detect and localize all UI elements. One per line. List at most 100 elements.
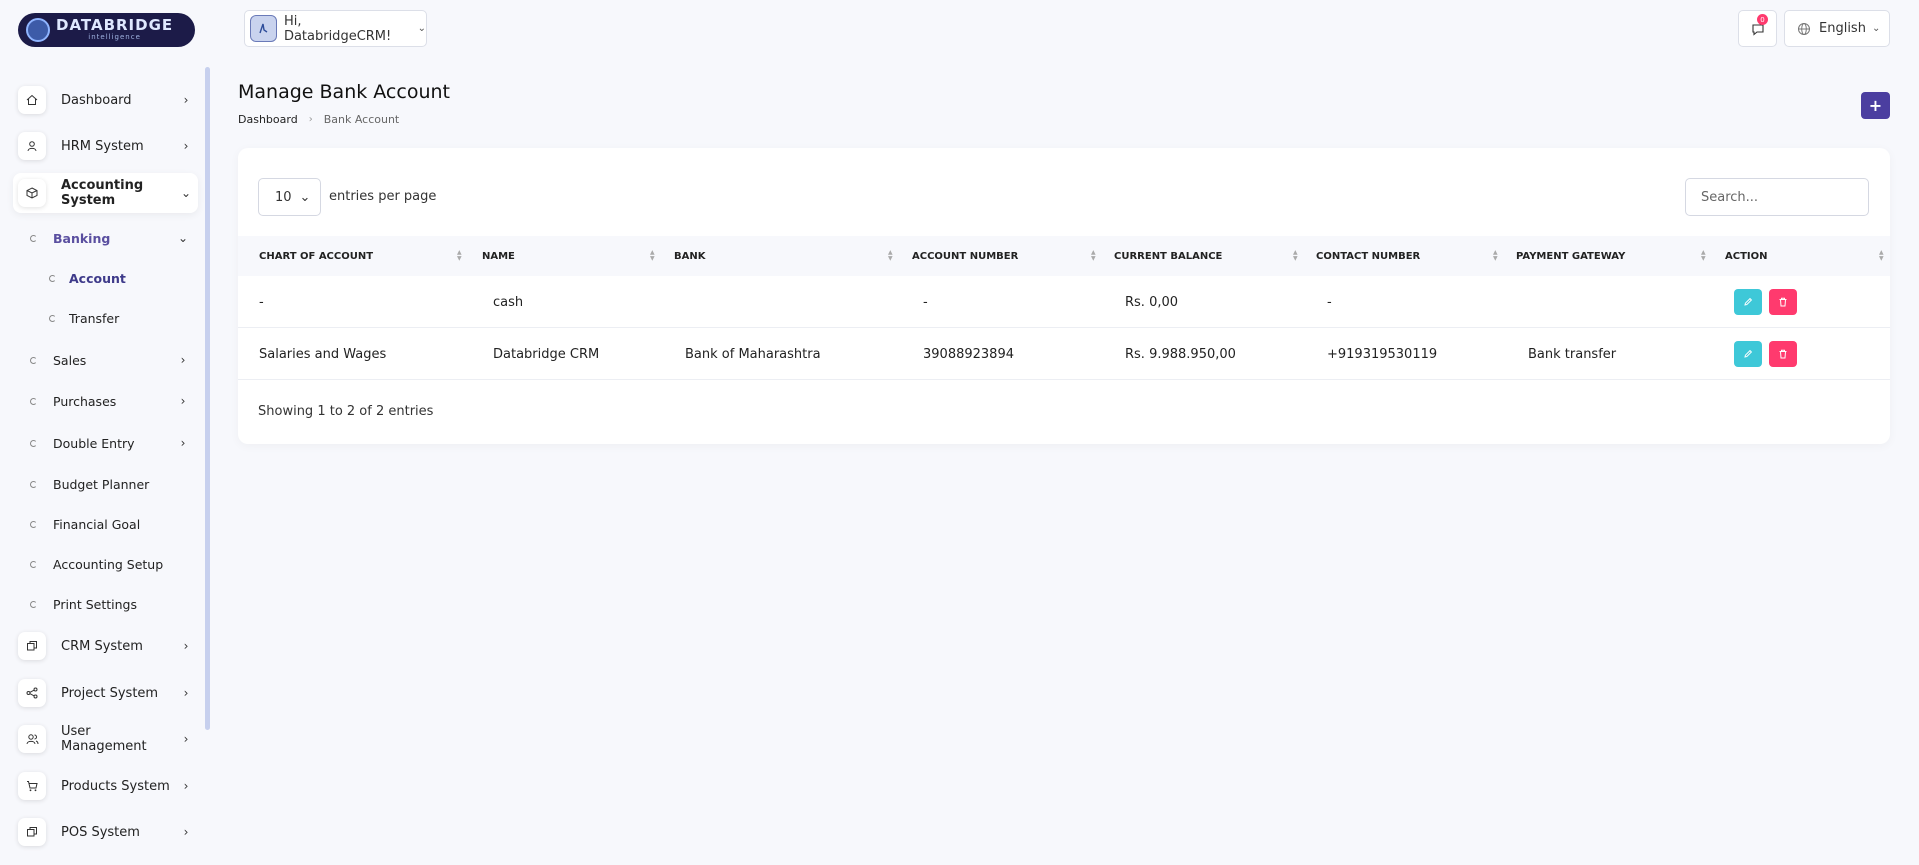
cell-bank: Bank of Maharashtra [685, 346, 821, 362]
search-input[interactable] [1685, 178, 1869, 216]
chevron-right-icon: › [180, 394, 186, 408]
bullet-icon [30, 234, 37, 242]
language-selector[interactable]: English ⌄ [1784, 10, 1890, 47]
brand-tagline: intelligence [88, 33, 141, 41]
box-icon [18, 179, 46, 207]
chevron-right-icon: › [183, 825, 189, 839]
bullet-icon [30, 520, 37, 528]
notification-button[interactable]: 0 [1738, 10, 1777, 47]
column-chart-of-account[interactable]: CHART OF ACCOUNT [259, 236, 373, 276]
sidebar-item-pos[interactable]: POS System › [13, 812, 198, 852]
entries-per-page-select[interactable]: 10 ⌄ [258, 178, 321, 216]
chevron-down-icon: ⌄ [299, 189, 311, 205]
cell-contact-number: +919319530119 [1327, 346, 1438, 362]
sidebar-subitem-label: Purchases [53, 393, 117, 409]
avatar [250, 15, 277, 42]
layers-icon [18, 632, 46, 660]
cell-contact-number: - [1327, 294, 1332, 310]
sidebar-subitem-accounting-setup[interactable]: Accounting Setup [30, 552, 195, 576]
trash-icon [1779, 349, 1787, 359]
bullet-icon [30, 560, 37, 568]
pencil-icon [1744, 349, 1753, 358]
chevron-down-icon: ⌄ [180, 186, 192, 200]
sort-icon: ▲ ▼ [650, 249, 655, 262]
sort-icon: ▲ ▼ [457, 249, 462, 262]
delete-button[interactable] [1769, 289, 1797, 315]
column-payment-gateway[interactable]: PAYMENT GATEWAY [1516, 236, 1625, 276]
sidebar-item-dashboard[interactable]: Dashboard › [13, 80, 198, 120]
sidebar-item-crm[interactable]: CRM System › [13, 626, 198, 666]
bank-account-card: 10 ⌄ entries per page CHART OF ACCOUNT ▲… [238, 148, 1890, 444]
bullet-icon [30, 397, 37, 405]
chevron-right-icon: › [183, 686, 189, 700]
chevron-right-icon: › [183, 732, 189, 746]
sidebar-item-label: Accounting System [61, 178, 144, 208]
brand-logo[interactable]: DATABRIDGE intelligence [18, 13, 195, 47]
breadcrumb-dashboard[interactable]: Dashboard [238, 113, 298, 126]
bullet-icon [49, 274, 56, 282]
globe-icon [1798, 22, 1810, 35]
sidebar-subitem-banking[interactable]: Banking ⌄ [30, 226, 195, 250]
edit-button[interactable] [1734, 289, 1762, 315]
sidebar-subitem-print-settings[interactable]: Print Settings [30, 592, 195, 616]
column-name[interactable]: NAME [482, 236, 515, 276]
sidebar-subitem-transfer[interactable]: Transfer [49, 306, 189, 330]
home-icon [18, 86, 46, 114]
user-menu[interactable]: Hi, DatabridgeCRM! ⌄ [244, 10, 427, 47]
sidebar-subitem-label: Budget Planner [53, 476, 150, 492]
trash-icon [1779, 297, 1787, 307]
sidebar-scrollbar[interactable] [205, 67, 210, 730]
sidebar-subitem-budget-planner[interactable]: Budget Planner [30, 472, 195, 496]
column-account-number[interactable]: ACCOUNT NUMBER [912, 236, 1018, 276]
sidebar-item-project[interactable]: Project System › [13, 673, 198, 713]
cell-chart-of-account: - [259, 294, 264, 310]
sidebar-item-label: HRM System [61, 138, 144, 154]
sidebar-subitem-purchases[interactable]: Purchases › [30, 389, 195, 413]
cell-account-number: - [923, 294, 928, 310]
chevron-right-icon: › [180, 436, 186, 450]
logo-mark-icon [26, 18, 50, 42]
bullet-icon [30, 480, 37, 488]
sidebar-item-user-management[interactable]: User Management › [13, 719, 198, 759]
page-title: Manage Bank Account [238, 81, 450, 103]
column-bank[interactable]: BANK [674, 236, 705, 276]
sidebar-subitem-sales[interactable]: Sales › [30, 348, 195, 372]
users-icon [18, 725, 46, 753]
sidebar-item-label: Products System [61, 778, 170, 794]
sidebar-subitem-double-entry[interactable]: Double Entry › [30, 431, 195, 455]
bullet-icon [49, 314, 56, 322]
entries-per-page-label: entries per page [329, 189, 437, 204]
cell-payment-gateway: Bank transfer [1528, 346, 1617, 362]
column-action[interactable]: ACTION [1725, 236, 1768, 276]
chevron-down-icon: ⌄ [177, 231, 189, 245]
sidebar-subitem-financial-goal[interactable]: Financial Goal [30, 512, 195, 536]
bullet-icon [30, 600, 37, 608]
sidebar-item-accounting[interactable]: Accounting System ⌄ [13, 173, 198, 213]
sort-icon: ▲ ▼ [1879, 249, 1884, 262]
cell-chart-of-account: Salaries and Wages [259, 346, 387, 362]
sidebar-subitem-label: Double Entry [53, 435, 135, 451]
sidebar-item-products[interactable]: Products System › [13, 766, 198, 806]
sidebar-subitem-label: Transfer [69, 310, 120, 326]
user-greeting: Hi, DatabridgeCRM! [283, 13, 392, 44]
add-bank-account-button[interactable]: + [1861, 92, 1890, 119]
notification-badge: 0 [1757, 14, 1768, 25]
chevron-down-icon: ⌄ [1871, 23, 1881, 34]
column-contact-number[interactable]: CONTACT NUMBER [1316, 236, 1420, 276]
chevron-right-icon: › [183, 93, 189, 107]
delete-button[interactable] [1769, 341, 1797, 367]
chevron-right-icon: › [183, 779, 189, 793]
cell-name: cash [493, 294, 524, 310]
cell-current-balance: Rs. 0,00 [1125, 294, 1179, 310]
pencil-icon [1744, 297, 1753, 306]
breadcrumb: Dashboard › Bank Account [238, 113, 399, 126]
sidebar-item-hrm[interactable]: HRM System › [13, 126, 198, 166]
sidebar-item-label: CRM System [61, 638, 143, 654]
edit-button[interactable] [1734, 341, 1762, 367]
bullet-icon [30, 439, 37, 447]
sidebar-subitem-account[interactable]: Account [49, 266, 189, 290]
sidebar-subitem-label: Financial Goal [53, 516, 141, 532]
column-current-balance[interactable]: CURRENT BALANCE [1114, 236, 1222, 276]
table-row: Salaries and Wages Databridge CRM Bank o… [238, 328, 1890, 380]
table-info: Showing 1 to 2 of 2 entries [258, 404, 434, 419]
